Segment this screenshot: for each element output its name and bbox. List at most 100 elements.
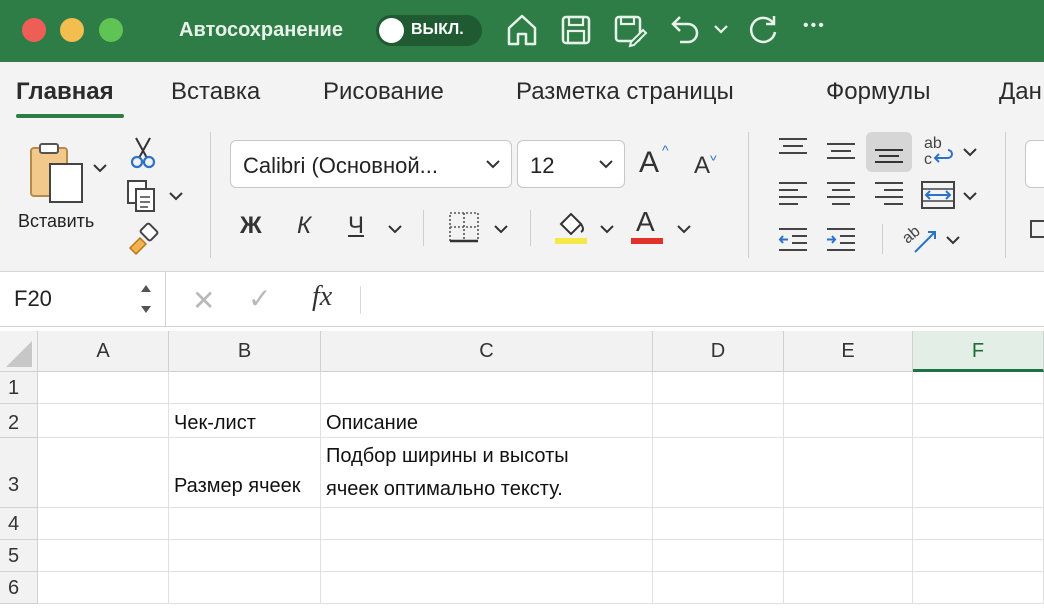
cell-d5[interactable]	[653, 540, 784, 572]
cell-d1[interactable]	[653, 372, 784, 404]
cell-d2[interactable]	[653, 404, 784, 438]
autosave-toggle[interactable]: ВЫКЛ.	[376, 15, 482, 46]
align-bottom-button[interactable]	[866, 132, 912, 172]
zoom-window-button[interactable]	[99, 18, 123, 42]
cell-e4[interactable]	[784, 508, 913, 540]
borders-dropdown-chevron-icon[interactable]	[493, 223, 509, 235]
more-options-button[interactable]: •••	[803, 17, 826, 35]
cell-b1[interactable]	[169, 372, 321, 404]
tab-home[interactable]: Главная	[16, 78, 114, 106]
orientation-icon[interactable]: ab	[901, 222, 939, 256]
cell-f1[interactable]	[913, 372, 1044, 404]
copy-icon[interactable]	[126, 179, 160, 213]
close-window-button[interactable]	[22, 18, 46, 42]
cell-b3[interactable]: Размер ячеек	[169, 438, 321, 508]
cell-f2[interactable]	[913, 404, 1044, 438]
wrap-text-icon[interactable]: ab c	[922, 134, 956, 168]
tab-draw[interactable]: Рисование	[323, 78, 444, 106]
save-as-icon[interactable]	[613, 12, 649, 48]
cell-c1[interactable]	[321, 372, 653, 404]
cell-b5[interactable]	[169, 540, 321, 572]
paste-icon[interactable]	[28, 142, 90, 204]
undo-icon[interactable]	[668, 12, 702, 48]
formula-cancel-button[interactable]: ✕	[192, 284, 215, 317]
insert-function-button[interactable]: fx	[312, 281, 332, 313]
align-left-icon[interactable]	[778, 180, 808, 206]
cell-a6[interactable]	[38, 572, 169, 604]
cell-a3[interactable]	[38, 438, 169, 508]
cut-icon[interactable]	[130, 136, 156, 170]
row-header-3[interactable]: 3	[0, 438, 38, 508]
row-header-4[interactable]: 4	[0, 508, 38, 540]
tab-insert[interactable]: Вставка	[171, 78, 260, 106]
cell-d4[interactable]	[653, 508, 784, 540]
cell-a1[interactable]	[38, 372, 169, 404]
cell-e5[interactable]	[784, 540, 913, 572]
cell-a4[interactable]	[38, 508, 169, 540]
home-icon[interactable]	[505, 12, 539, 48]
formula-enter-button[interactable]: ✓	[248, 282, 271, 315]
underline-dropdown-chevron-icon[interactable]	[387, 223, 403, 235]
decrease-font-size-button[interactable]: A	[694, 152, 710, 180]
increase-font-size-button[interactable]: A	[639, 146, 659, 180]
fill-color-dropdown-chevron-icon[interactable]	[599, 223, 615, 235]
align-right-icon[interactable]	[874, 180, 904, 206]
italic-button[interactable]: К	[297, 212, 311, 240]
cell-c6[interactable]	[321, 572, 653, 604]
row-header-1[interactable]: 1	[0, 372, 38, 404]
cell-e6[interactable]	[784, 572, 913, 604]
column-header-f[interactable]: F	[913, 331, 1044, 372]
copy-dropdown-chevron-icon[interactable]	[168, 190, 184, 202]
name-box-stepper-icon[interactable]	[138, 280, 154, 318]
cell-e3[interactable]	[784, 438, 913, 508]
cell-b2[interactable]: Чек-лист	[169, 404, 321, 438]
conditional-format-icon[interactable]	[1029, 218, 1044, 240]
cell-f5[interactable]	[913, 540, 1044, 572]
merge-center-icon[interactable]	[921, 180, 955, 210]
column-header-e[interactable]: E	[784, 331, 913, 372]
formula-input[interactable]	[370, 278, 1040, 320]
minimize-window-button[interactable]	[60, 18, 84, 42]
decrease-indent-icon[interactable]	[778, 226, 808, 254]
cell-c3[interactable]: Подбор ширины и высоты ячеек оптимально …	[321, 438, 653, 508]
number-format-select[interactable]	[1025, 140, 1044, 188]
cell-a5[interactable]	[38, 540, 169, 572]
align-center-icon[interactable]	[826, 180, 856, 206]
column-header-a[interactable]: A	[38, 331, 169, 372]
cell-f4[interactable]	[913, 508, 1044, 540]
merge-dropdown-chevron-icon[interactable]	[962, 190, 978, 202]
tab-page-layout[interactable]: Разметка страницы	[516, 78, 734, 106]
cell-c4[interactable]	[321, 508, 653, 540]
increase-indent-icon[interactable]	[826, 226, 856, 254]
cell-b4[interactable]	[169, 508, 321, 540]
font-color-dropdown-chevron-icon[interactable]	[676, 223, 692, 235]
row-header-6[interactable]: 6	[0, 572, 38, 604]
cell-c2[interactable]: Описание	[321, 404, 653, 438]
name-box[interactable]: F20	[0, 272, 166, 326]
undo-dropdown-chevron-icon[interactable]	[712, 22, 730, 36]
cell-d3[interactable]	[653, 438, 784, 508]
underline-button[interactable]: Ч	[348, 212, 364, 240]
bold-button[interactable]: Ж	[240, 212, 262, 240]
tab-data[interactable]: Дан	[999, 78, 1042, 106]
cell-e1[interactable]	[784, 372, 913, 404]
cell-f3[interactable]	[913, 438, 1044, 508]
cell-e2[interactable]	[784, 404, 913, 438]
tab-formulas[interactable]: Формулы	[826, 78, 930, 106]
column-header-d[interactable]: D	[653, 331, 784, 372]
cell-f6[interactable]	[913, 572, 1044, 604]
paste-dropdown-chevron-icon[interactable]	[92, 162, 108, 174]
cell-a2[interactable]	[38, 404, 169, 438]
column-header-c[interactable]: C	[321, 331, 653, 372]
fill-color-icon[interactable]	[553, 208, 589, 246]
cell-d6[interactable]	[653, 572, 784, 604]
redo-icon[interactable]	[747, 12, 781, 48]
format-painter-icon[interactable]	[126, 222, 160, 256]
font-name-select[interactable]: Calibri (Основной...	[230, 140, 512, 188]
align-middle-icon[interactable]	[826, 138, 856, 164]
font-color-button[interactable]: A	[636, 206, 655, 238]
cell-b6[interactable]	[169, 572, 321, 604]
font-size-select[interactable]: 12	[517, 140, 625, 188]
cell-c5[interactable]	[321, 540, 653, 572]
align-top-icon[interactable]	[778, 136, 808, 162]
